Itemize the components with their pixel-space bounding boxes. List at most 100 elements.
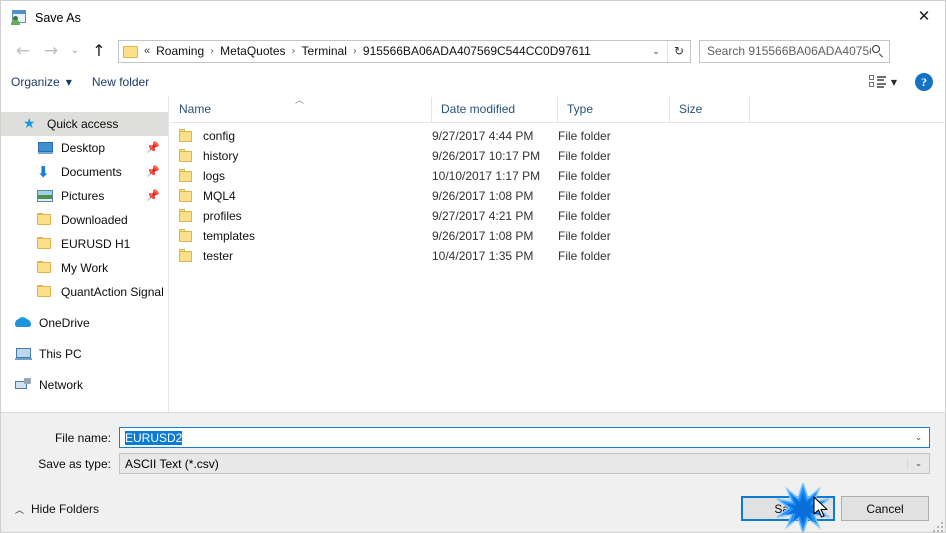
column-header-date-modified[interactable]: Date modified	[432, 96, 558, 122]
close-icon[interactable]: ✕	[901, 1, 945, 32]
file-type-cell: File folder	[558, 169, 611, 183]
file-name-label: tester	[203, 249, 234, 263]
network-icon	[15, 377, 32, 393]
sidebar-item-pictures[interactable]: Pictures 📌	[1, 184, 168, 208]
sidebar-item-label: Pictures	[61, 189, 105, 203]
documents-icon: ⬇	[37, 163, 50, 181]
folder-icon	[179, 249, 195, 263]
sidebar-item-quantaction-signal[interactable]: QuantAction Signal	[1, 280, 168, 304]
sidebar-item-documents[interactable]: ⬇ Documents 📌	[1, 160, 168, 184]
table-row[interactable]: templates 9/26/2017 1:08 PM File folder	[170, 226, 945, 246]
breadcrumb-overflow-icon[interactable]: «	[142, 45, 154, 57]
sidebar-item-this-pc[interactable]: This PC	[1, 342, 168, 366]
save-as-type-row: Save as type: ASCII Text (*.csv) ⌄	[1, 453, 930, 474]
sidebar-item-desktop[interactable]: Desktop 📌	[1, 136, 168, 160]
arrow-left-icon[interactable]: ←	[9, 37, 37, 65]
sidebar-item-label: Quick access	[47, 117, 119, 131]
help-icon[interactable]: ?	[915, 73, 933, 91]
table-row[interactable]: history 9/26/2017 10:17 PM File folder	[170, 146, 945, 166]
folder-icon	[179, 129, 195, 143]
save-button[interactable]: Save	[741, 496, 835, 521]
table-row[interactable]: tester 10/4/2017 1:35 PM File folder	[170, 246, 945, 266]
chevron-down-icon[interactable]: ⌄	[907, 458, 929, 469]
arrow-up-icon[interactable]: ↑	[85, 37, 113, 65]
folder-icon	[123, 45, 139, 58]
file-type-cell: File folder	[558, 249, 611, 263]
file-date-cell: 9/27/2017 4:44 PM	[432, 129, 534, 143]
file-name-label: config	[203, 129, 236, 143]
file-date-cell: 10/10/2017 1:17 PM	[432, 169, 541, 183]
folder-icon	[179, 209, 195, 223]
refresh-icon[interactable]: ↻	[667, 40, 690, 62]
toolbar-right-group: ▼ ?	[868, 73, 945, 91]
breadcrumb-item-terminal[interactable]: Terminal	[300, 44, 349, 58]
column-header-size[interactable]: Size	[670, 96, 750, 122]
organize-label: Organize	[11, 75, 60, 89]
column-headers: Name ︿ Date modified Type Size	[170, 96, 945, 123]
sidebar-item-network[interactable]: Network	[1, 373, 168, 397]
file-name-label: history	[203, 149, 239, 163]
table-row[interactable]: profiles 9/27/2017 4:21 PM File folder	[170, 206, 945, 226]
star-icon: ★	[23, 116, 36, 132]
search-placeholder: Search 915566BA06ADA40756...	[707, 44, 871, 58]
folder-icon	[37, 260, 54, 276]
file-type-cell: File folder	[558, 149, 611, 163]
breadcrumb-item-metaquotes[interactable]: MetaQuotes	[218, 44, 287, 58]
column-header-type[interactable]: Type	[558, 96, 670, 122]
organize-button[interactable]: Organize ▼	[1, 70, 82, 94]
sidebar-item-downloaded[interactable]: Downloaded	[1, 208, 168, 232]
folder-icon	[37, 236, 54, 252]
sidebar-item-my-work[interactable]: My Work	[1, 256, 168, 280]
save-as-type-select[interactable]: ASCII Text (*.csv) ⌄	[119, 453, 930, 474]
search-input[interactable]: Search 915566BA06ADA40756...	[699, 39, 890, 63]
folder-icon	[37, 284, 54, 300]
address-bar[interactable]: « Roaming › MetaQuotes › Terminal › 9155…	[118, 39, 691, 63]
file-name-input[interactable]: EURUSD2 ⌄	[119, 427, 930, 448]
breadcrumb-item-roaming[interactable]: Roaming	[154, 44, 206, 58]
pictures-icon	[37, 188, 54, 204]
breadcrumb: « Roaming › MetaQuotes › Terminal › 9155…	[142, 44, 645, 58]
navigation-bar: ← → ⌄ ↑ « Roaming › MetaQuotes › Termina…	[1, 34, 945, 68]
navigation-pane: ★ Quick access Desktop 📌 ⬇ Documents 📌 P…	[1, 96, 169, 412]
file-name-cell: tester	[170, 249, 432, 263]
file-name-label: templates	[203, 229, 256, 243]
resize-grip[interactable]	[931, 520, 943, 532]
table-row[interactable]: MQL4 9/26/2017 1:08 PM File folder	[170, 186, 945, 206]
file-name-value-wrap: EURUSD2	[120, 430, 908, 445]
pin-icon[interactable]: 📌	[146, 142, 160, 153]
new-folder-button[interactable]: New folder	[82, 70, 159, 94]
view-layout-icon[interactable]	[868, 75, 887, 89]
cancel-button[interactable]: Cancel	[841, 496, 929, 521]
sidebar-item-label: Desktop	[61, 141, 106, 155]
sidebar-item-quick-access[interactable]: ★ Quick access	[1, 112, 168, 136]
column-header-name[interactable]: Name ︿	[170, 96, 432, 122]
hide-folders-button[interactable]: ︿ Hide Folders	[15, 502, 99, 516]
file-type-cell: File folder	[558, 209, 611, 223]
file-name-cell: history	[170, 149, 432, 163]
breadcrumb-item-guid[interactable]: 915566BA06ADA407569C544CC0D97611	[361, 44, 593, 58]
sidebar-item-onedrive[interactable]: OneDrive	[1, 311, 168, 335]
chevron-down-icon[interactable]: ⌄	[908, 433, 929, 443]
toolbar: Organize ▼ New folder ▼ ?	[1, 68, 945, 97]
file-date-cell: 9/26/2017 1:08 PM	[432, 229, 534, 243]
file-date-cell: 9/26/2017 1:08 PM	[432, 189, 534, 203]
file-type-cell: File folder	[558, 129, 611, 143]
pin-icon[interactable]: 📌	[146, 190, 160, 201]
sidebar-item-label: My Work	[61, 261, 109, 275]
sidebar-item-label: Downloaded	[61, 213, 128, 227]
this-pc-icon	[15, 346, 32, 362]
pin-icon[interactable]: 📌	[146, 166, 160, 177]
file-name-label: profiles	[203, 209, 242, 223]
table-row[interactable]: logs 10/10/2017 1:17 PM File folder	[170, 166, 945, 186]
sidebar-item-eurusd-h1[interactable]: EURUSD H1	[1, 232, 168, 256]
desktop-icon	[37, 140, 54, 156]
chevron-down-icon[interactable]: ⌄	[645, 41, 667, 62]
file-name-row: File name: EURUSD2 ⌄	[1, 427, 930, 448]
save-as-icon	[10, 9, 27, 26]
arrow-right-icon[interactable]: →	[37, 37, 65, 65]
table-row[interactable]: config 9/27/2017 4:44 PM File folder	[170, 126, 945, 146]
chevron-down-icon[interactable]: ▼	[891, 78, 897, 87]
onedrive-icon	[15, 315, 32, 331]
chevron-down-icon[interactable]: ⌄	[65, 37, 85, 65]
sidebar-item-label: OneDrive	[39, 316, 90, 330]
